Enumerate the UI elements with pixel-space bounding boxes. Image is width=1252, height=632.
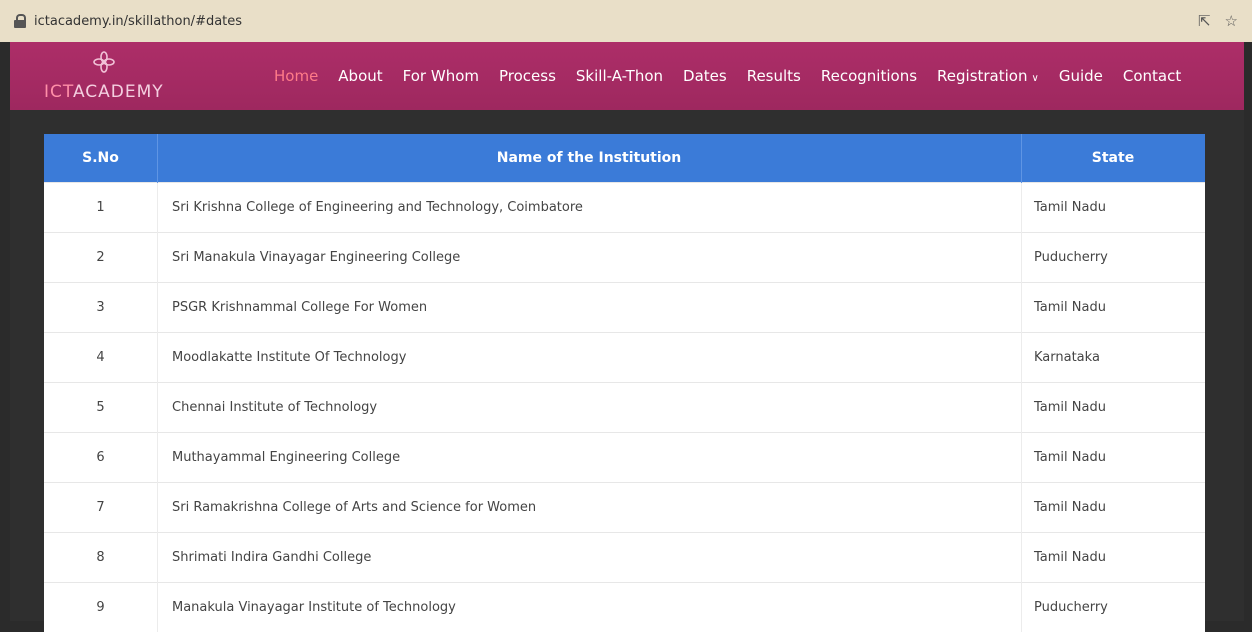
table-row: 3PSGR Krishnammal College For WomenTamil…	[44, 283, 1205, 333]
nav-skill-a-thon[interactable]: Skill-A-Thon	[576, 67, 663, 85]
lock-icon	[14, 14, 26, 28]
cell-sno: 5	[44, 383, 158, 433]
cell-sno: 1	[44, 183, 158, 233]
chevron-down-icon: ∨	[1032, 73, 1039, 84]
cell-state: Tamil Nadu	[1022, 433, 1206, 483]
cell-sno: 8	[44, 533, 158, 583]
cell-institution-name: Moodlakatte Institute Of Technology	[158, 333, 1022, 383]
cell-state: Karnataka	[1022, 333, 1206, 383]
flower-logo-icon	[92, 50, 116, 74]
cell-sno: 7	[44, 483, 158, 533]
cell-institution-name: Chennai Institute of Technology	[158, 383, 1022, 433]
table-row: 9Manakula Vinayagar Institute of Technol…	[44, 583, 1205, 632]
browser-address-bar[interactable]: ictacademy.in/skillathon/#dates ⇱ ☆	[0, 0, 1252, 42]
nav-home[interactable]: Home	[274, 67, 318, 85]
logo-academy-text: ACADEMY	[73, 82, 164, 102]
url-text[interactable]: ictacademy.in/skillathon/#dates	[34, 14, 242, 29]
nav-results[interactable]: Results	[747, 67, 801, 85]
nav-for-whom[interactable]: For Whom	[403, 67, 479, 85]
table-header-row: S.No Name of the Institution State	[44, 134, 1205, 183]
column-header-sno: S.No	[44, 134, 158, 183]
cell-institution-name: Muthayammal Engineering College	[158, 433, 1022, 483]
nav-registration-label: Registration	[937, 67, 1027, 85]
column-header-state: State	[1022, 134, 1206, 183]
nav-process[interactable]: Process	[499, 67, 556, 85]
cell-institution-name: Sri Ramakrishna College of Arts and Scie…	[158, 483, 1022, 533]
table-row: 7Sri Ramakrishna College of Arts and Sci…	[44, 483, 1205, 533]
bookmark-star-icon[interactable]: ☆	[1225, 12, 1238, 30]
cell-institution-name: Sri Krishna College of Engineering and T…	[158, 183, 1022, 233]
cell-institution-name: Sri Manakula Vinayagar Engineering Colle…	[158, 233, 1022, 283]
cell-state: Tamil Nadu	[1022, 483, 1206, 533]
table-row: 2Sri Manakula Vinayagar Engineering Coll…	[44, 233, 1205, 283]
nav-contact[interactable]: Contact	[1123, 67, 1181, 85]
site-navbar: ICTACADEMY Home About For Whom Process S…	[10, 42, 1244, 110]
table-row: 1Sri Krishna College of Engineering and …	[44, 183, 1205, 233]
share-icon[interactable]: ⇱	[1198, 12, 1211, 30]
address-bar-actions: ⇱ ☆	[1198, 12, 1238, 30]
cell-state: Tamil Nadu	[1022, 283, 1206, 333]
cell-sno: 2	[44, 233, 158, 283]
logo-wordmark: ICTACADEMY	[44, 82, 164, 102]
table-row: 4Moodlakatte Institute Of TechnologyKarn…	[44, 333, 1205, 383]
site-logo[interactable]: ICTACADEMY	[44, 50, 174, 106]
cell-sno: 3	[44, 283, 158, 333]
table-row: 5Chennai Institute of TechnologyTamil Na…	[44, 383, 1205, 433]
cell-state: Tamil Nadu	[1022, 183, 1206, 233]
cell-sno: 6	[44, 433, 158, 483]
cell-state: Puducherry	[1022, 233, 1206, 283]
nav-about[interactable]: About	[338, 67, 382, 85]
cell-state: Puducherry	[1022, 583, 1206, 632]
table-row: 6Muthayammal Engineering CollegeTamil Na…	[44, 433, 1205, 483]
nav-dates[interactable]: Dates	[683, 67, 727, 85]
nav-guide[interactable]: Guide	[1059, 67, 1103, 85]
nav-registration[interactable]: Registration ∨	[937, 67, 1039, 85]
nav-recognitions[interactable]: Recognitions	[821, 67, 917, 85]
cell-institution-name: Manakula Vinayagar Institute of Technolo…	[158, 583, 1022, 632]
cell-state: Tamil Nadu	[1022, 383, 1206, 433]
cell-institution-name: PSGR Krishnammal College For Women	[158, 283, 1022, 333]
cell-institution-name: Shrimati Indira Gandhi College	[158, 533, 1022, 583]
cell-sno: 9	[44, 583, 158, 632]
main-nav: Home About For Whom Process Skill-A-Thon…	[274, 42, 1201, 110]
page-content: S.No Name of the Institution State 1Sri …	[10, 110, 1244, 621]
table-row: 8Shrimati Indira Gandhi CollegeTamil Nad…	[44, 533, 1205, 583]
logo-ict-text: ICT	[44, 82, 73, 102]
institutions-table: S.No Name of the Institution State 1Sri …	[44, 134, 1205, 632]
column-header-name: Name of the Institution	[158, 134, 1022, 183]
cell-state: Tamil Nadu	[1022, 533, 1206, 583]
cell-sno: 4	[44, 333, 158, 383]
